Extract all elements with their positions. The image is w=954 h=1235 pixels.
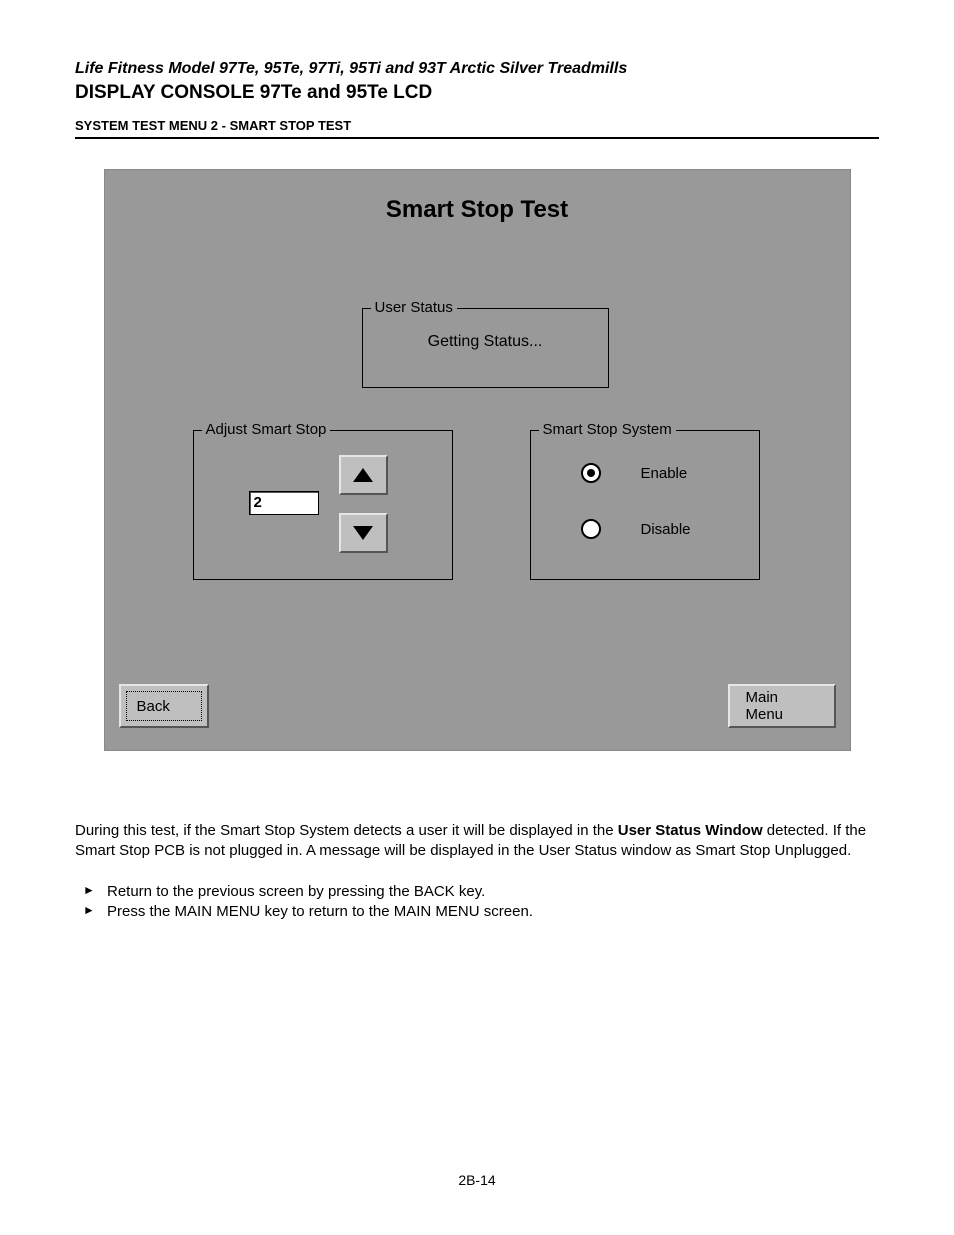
page-number: 2B-14 (75, 1172, 879, 1188)
radio-row-disable[interactable]: Disable (581, 519, 691, 539)
radio-enable[interactable] (581, 463, 601, 483)
system-legend: Smart Stop System (539, 421, 676, 438)
triangle-up-icon (353, 468, 373, 482)
main-menu-button[interactable]: Main Menu (728, 684, 836, 728)
smart-stop-system-group: Smart Stop System Enable Disable (530, 430, 760, 580)
radio-disable[interactable] (581, 519, 601, 539)
lcd-screen: Smart Stop Test User Status Getting Stat… (104, 169, 851, 751)
instruction-item: Press the MAIN MENU key to return to the… (83, 902, 879, 922)
adjust-value-input[interactable]: 2 (249, 491, 319, 515)
instruction-item: Return to the previous screen by pressin… (83, 882, 879, 902)
main-menu-button-label: Main Menu (746, 689, 818, 723)
user-status-group: User Status Getting Status... (362, 308, 609, 388)
adjust-legend: Adjust Smart Stop (202, 421, 331, 438)
radio-enable-label: Enable (641, 465, 688, 482)
user-status-legend: User Status (371, 299, 457, 316)
triangle-down-icon (353, 526, 373, 540)
description-paragraph: During this test, if the Smart Stop Syst… (75, 821, 879, 862)
adjust-up-button[interactable] (339, 455, 388, 495)
divider (75, 137, 879, 139)
doc-title: DISPLAY CONSOLE 97Te and 95Te LCD (75, 82, 879, 104)
radio-disable-label: Disable (641, 521, 691, 538)
radio-row-enable[interactable]: Enable (581, 463, 688, 483)
screen-title: Smart Stop Test (105, 196, 850, 224)
para-pre: During this test, if the Smart Stop Syst… (75, 822, 618, 839)
back-button-label: Back (137, 698, 170, 715)
user-status-value: Getting Status... (363, 333, 608, 351)
adjust-smart-stop-group: Adjust Smart Stop 2 (193, 430, 453, 580)
instruction-list: Return to the previous screen by pressin… (75, 882, 879, 923)
para-bold: User Status Window (618, 822, 763, 839)
section-label: SYSTEM TEST MENU 2 - SMART STOP TEST (75, 118, 879, 133)
back-button[interactable]: Back (119, 684, 209, 728)
adjust-down-button[interactable] (339, 513, 388, 553)
doc-supertitle: Life Fitness Model 97Te, 95Te, 97Ti, 95T… (75, 60, 879, 78)
